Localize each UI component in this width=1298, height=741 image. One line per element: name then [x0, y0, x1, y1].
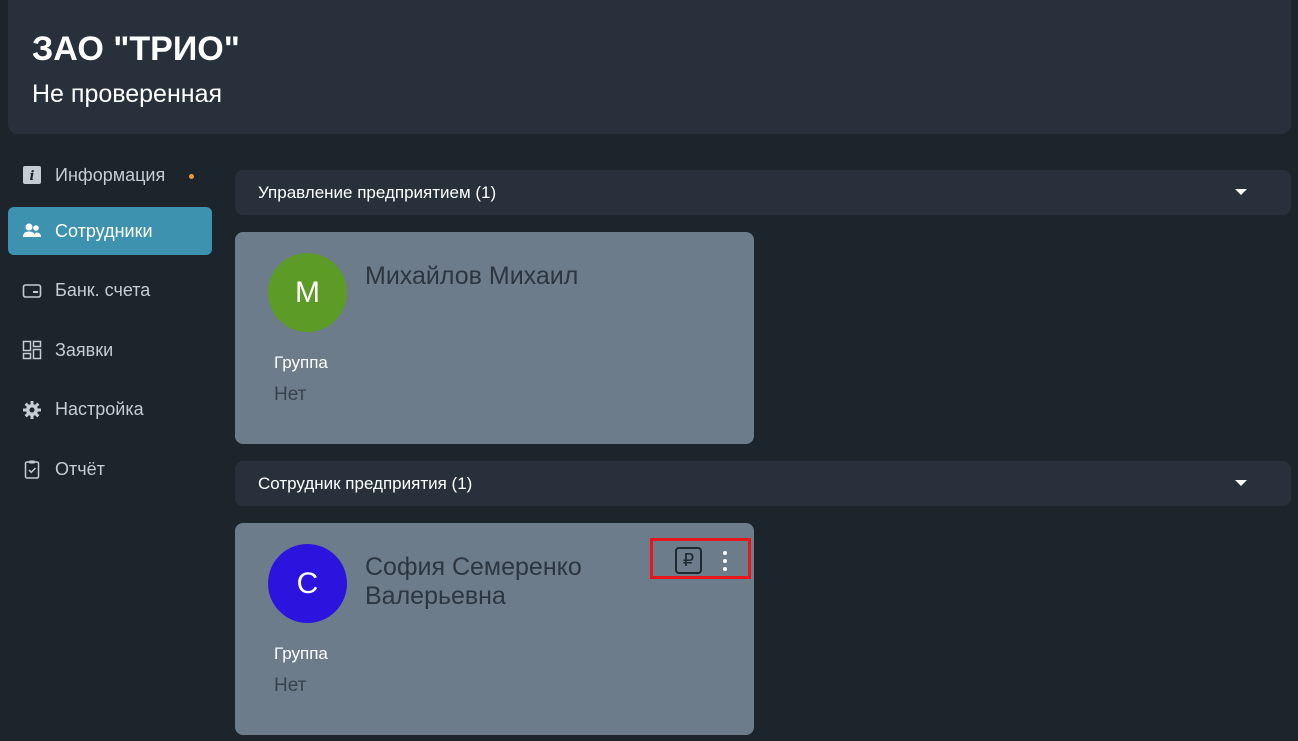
section-employees[interactable]: Сотрудник предприятия (1)	[235, 461, 1291, 506]
sidebar-item-label: Отчёт	[55, 458, 105, 479]
avatar: М	[268, 253, 347, 332]
group-label: Группа	[274, 353, 328, 372]
group-value: Нет	[274, 675, 307, 696]
chevron-down-icon[interactable]	[1235, 480, 1247, 486]
group-value: Нет	[274, 384, 307, 405]
sidebar-item-label: Банк. счета	[55, 280, 151, 300]
sidebar-item-label: Настройка	[55, 399, 144, 419]
sidebar-item-label: Информация	[55, 164, 166, 185]
section-title: Управление предприятием (1)	[258, 182, 497, 202]
ruble-icon[interactable]: ₽	[675, 547, 702, 574]
card-actions-highlight: ₽	[650, 538, 751, 579]
employee-card[interactable]: С София Семеренко Валерьевна Группа Нет …	[235, 523, 754, 735]
section-management[interactable]: Управление предприятием (1)	[235, 170, 1291, 215]
users-icon	[22, 221, 42, 241]
group-label: Группа	[274, 644, 328, 663]
info-icon: i	[22, 165, 42, 185]
company-status: Не проверенная	[32, 80, 223, 108]
sidebar: i Информация Сотрудники Банк. счета Заяв…	[8, 150, 212, 505]
chevron-down-icon[interactable]	[1235, 189, 1247, 195]
clipboard-icon	[22, 459, 42, 479]
sidebar-item-requests[interactable]: Заявки	[8, 326, 212, 374]
company-name: ЗАО "ТРИО"	[32, 30, 240, 68]
sidebar-item-report[interactable]: Отчёт	[8, 445, 212, 493]
more-options-icon[interactable]	[720, 549, 730, 573]
card-icon	[22, 281, 42, 301]
sidebar-item-info[interactable]: i Информация	[8, 150, 212, 200]
notification-dot	[189, 174, 194, 179]
avatar: С	[268, 544, 347, 623]
grid-icon	[22, 340, 42, 360]
sidebar-item-label: Заявки	[55, 339, 114, 360]
sidebar-item-employees[interactable]: Сотрудники	[8, 207, 212, 255]
company-header: ЗАО "ТРИО" Не проверенная	[8, 0, 1291, 134]
sidebar-item-settings[interactable]: Настройка	[8, 386, 212, 434]
sidebar-item-bank-accounts[interactable]: Банк. счета	[8, 267, 212, 315]
employee-card[interactable]: М Михайлов Михаил Группа Нет	[235, 232, 754, 444]
gear-icon	[22, 400, 42, 420]
svg-text:i: i	[30, 169, 35, 184]
employee-name: София Семеренко Валерьевна	[365, 553, 582, 610]
sidebar-item-label: Сотрудники	[55, 220, 153, 241]
section-title: Сотрудник предприятия (1)	[258, 473, 473, 493]
employee-name: Михайлов Михаил	[365, 262, 579, 290]
